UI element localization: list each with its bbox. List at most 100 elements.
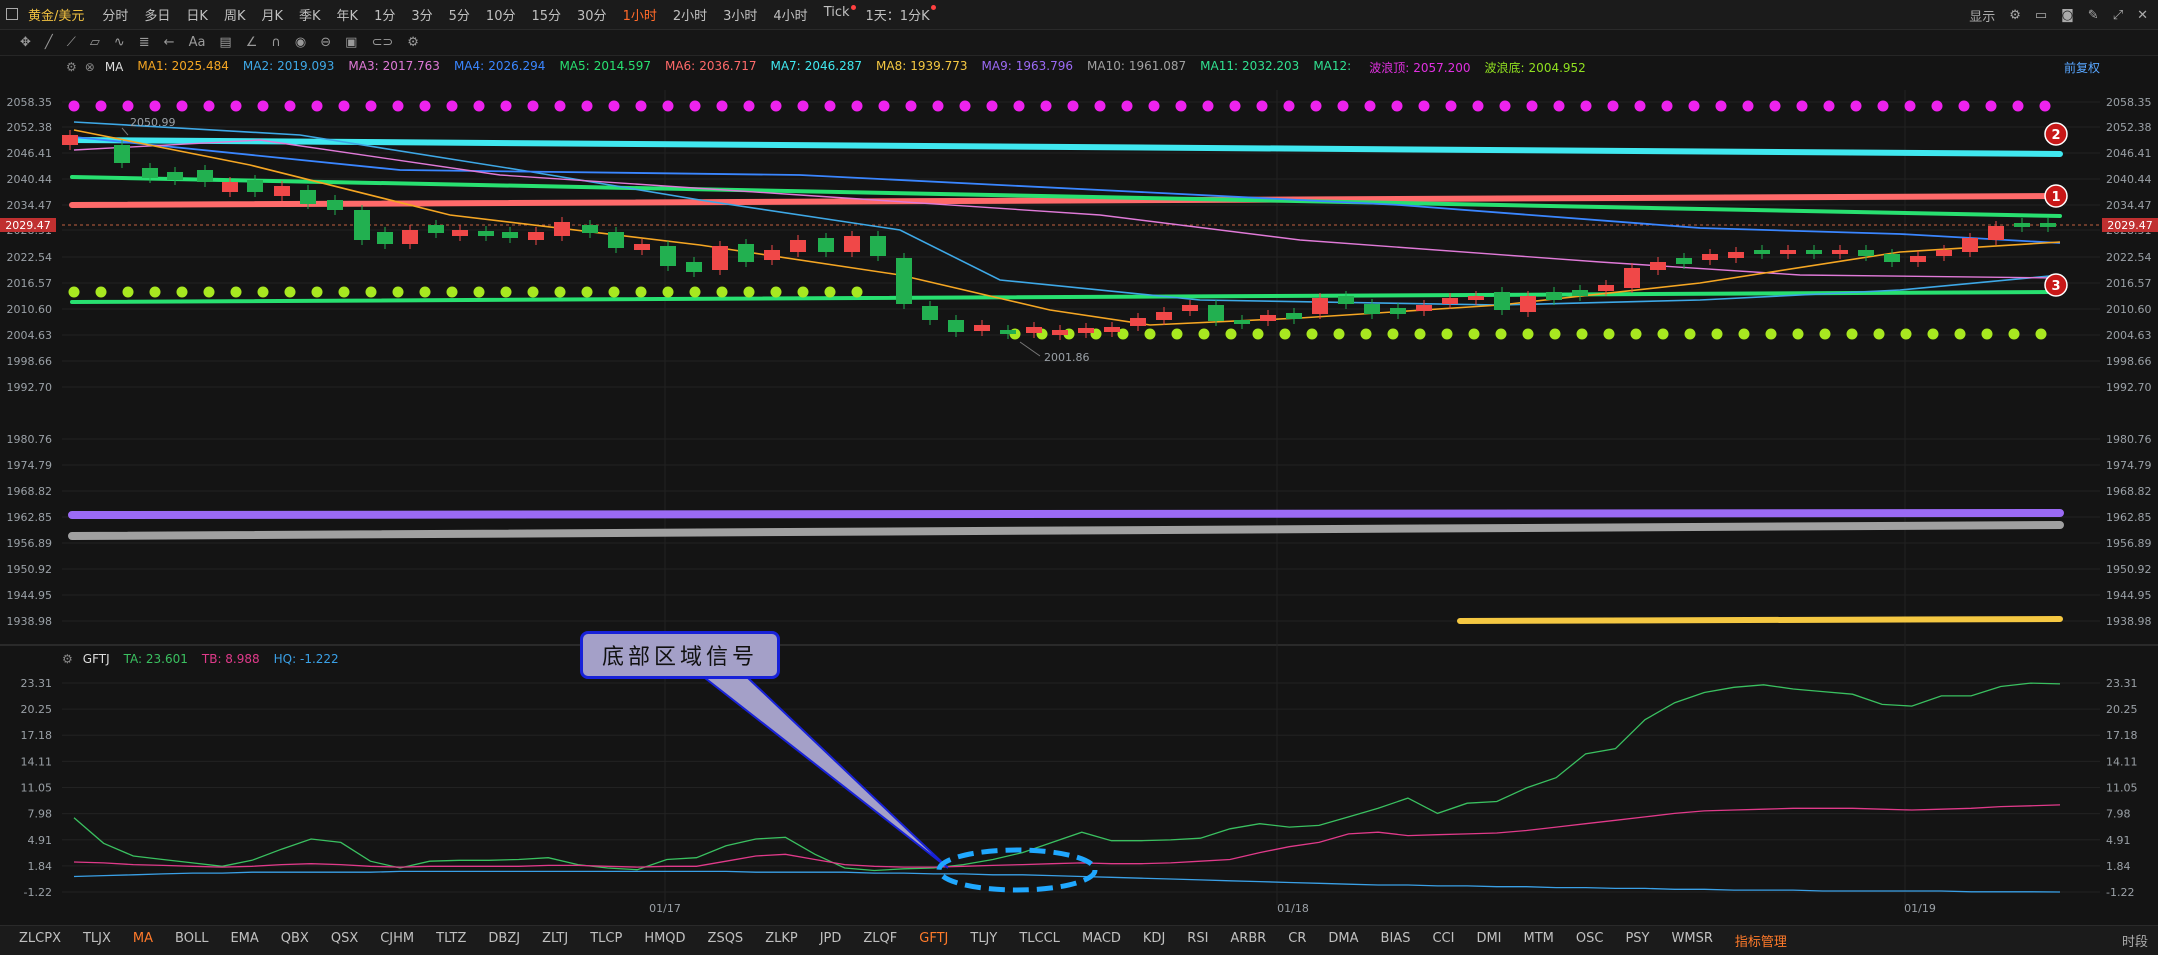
indicator-tab-17[interactable]: GFTJ — [908, 931, 959, 950]
indicator-tab-29[interactable]: MTM — [1513, 931, 1565, 950]
indicator-tab-13[interactable]: ZSQS — [697, 931, 755, 950]
price-chart[interactable]: 2058.35 2058.35 2052.38 2052.38 2046.41 2046.… — [0, 0, 2158, 955]
arrow-tool-icon[interactable]: ← — [164, 35, 175, 50]
indicator-tab-11[interactable]: TLCP — [579, 931, 633, 950]
session-button[interactable]: 时段 — [2122, 931, 2148, 950]
indicator-tab-16[interactable]: ZLQF — [852, 931, 908, 950]
indicator-tab-14[interactable]: ZLKP — [754, 931, 809, 950]
timeframe-11[interactable]: 15分 — [523, 5, 569, 24]
indicator-tab-33[interactable]: 指标管理 — [1724, 931, 1798, 950]
ma-legend-item-0[interactable]: MA1: 2025.484 — [137, 59, 229, 76]
indicator-tab-15[interactable]: JPD — [809, 931, 853, 950]
indicator-tab-31[interactable]: PSY — [1614, 931, 1660, 950]
ma-legend-item-1[interactable]: MA2: 2019.093 — [243, 59, 335, 76]
ma-close-icon[interactable]: ⊗ — [85, 60, 95, 74]
indicator-tab-8[interactable]: TLTZ — [425, 931, 477, 950]
gftj-legend-item-0[interactable]: TA: 23.601 — [124, 652, 188, 666]
indicator-tab-19[interactable]: TLCCL — [1008, 931, 1071, 950]
ma-legend-item-13[interactable]: 波浪底: 2004.952 — [1485, 59, 1586, 76]
ma-legend-item-6[interactable]: MA7: 2046.287 — [770, 59, 862, 76]
pen-icon[interactable]: ✎ — [2088, 8, 2099, 23]
timeframe-12[interactable]: 30分 — [569, 5, 615, 24]
timeframe-3[interactable]: 周K — [216, 5, 254, 24]
timeframe-2[interactable]: 日K — [178, 5, 216, 24]
indicator-tab-20[interactable]: MACD — [1071, 931, 1132, 950]
timeframe-17[interactable]: Tick — [816, 5, 858, 24]
ma-name[interactable]: MA — [105, 60, 124, 74]
timeframe-18[interactable]: 1天：1分K — [858, 5, 938, 24]
fullscreen-icon[interactable]: ⤢ — [2113, 8, 2123, 23]
ruler-tool-icon[interactable]: ▤ — [219, 35, 231, 50]
crosshair-icon[interactable]: ✥ — [20, 35, 31, 50]
magnet-icon[interactable]: ∩ — [271, 35, 281, 50]
ma-legend-item-12[interactable]: 波浪顶: 2057.200 — [1369, 59, 1470, 76]
ma-legend-item-9[interactable]: MA10: 1961.087 — [1087, 59, 1186, 76]
indicator-tab-4[interactable]: EMA — [219, 931, 269, 950]
channel-tool-icon[interactable]: ▱ — [90, 35, 100, 50]
indicator-tab-27[interactable]: CCI — [1421, 931, 1465, 950]
indicator-tab-2[interactable]: MA — [122, 931, 164, 950]
timeframe-8[interactable]: 3分 — [403, 5, 440, 24]
display-menu[interactable]: 显示 — [1969, 6, 1995, 25]
indicator-tab-18[interactable]: TLJY — [959, 931, 1008, 950]
ma-legend-item-7[interactable]: MA8: 1939.773 — [876, 59, 968, 76]
indicator-tab-30[interactable]: OSC — [1565, 931, 1615, 950]
ma-legend-item-8[interactable]: MA9: 1963.796 — [982, 59, 1074, 76]
angle-tool-icon[interactable]: ∠ — [246, 35, 258, 50]
ma-legend-item-11[interactable]: MA12: — [1313, 59, 1355, 76]
indicator-tab-21[interactable]: KDJ — [1132, 931, 1176, 950]
fib-tool-icon[interactable]: ≣ — [139, 35, 150, 50]
screenshot-icon[interactable]: ◙ — [2061, 8, 2074, 23]
timeframe-13[interactable]: 1小时 — [615, 5, 665, 24]
indicator-tab-25[interactable]: DMA — [1317, 931, 1369, 950]
indicator-tab-3[interactable]: BOLL — [164, 931, 219, 950]
indicator-tab-5[interactable]: QBX — [270, 931, 320, 950]
ma-legend-item-5[interactable]: MA6: 2036.717 — [665, 59, 757, 76]
ma-legend-item-10[interactable]: MA11: 2032.203 — [1200, 59, 1299, 76]
panel-icon[interactable] — [6, 8, 18, 20]
link-icon[interactable]: ⊂⊃ — [371, 35, 393, 50]
timeframe-15[interactable]: 3小时 — [715, 5, 765, 24]
indicator-tab-10[interactable]: ZLTJ — [531, 931, 579, 950]
indicator-tab-24[interactable]: CR — [1277, 931, 1317, 950]
indicator-tab-32[interactable]: WMSR — [1661, 931, 1724, 950]
gftj-legend-item-2[interactable]: HQ: -1.222 — [274, 652, 339, 666]
timeframe-6[interactable]: 年K — [329, 5, 367, 24]
indicator-tab-1[interactable]: TLJX — [72, 931, 122, 950]
settings-icon[interactable]: ⚙ — [407, 35, 419, 50]
close-icon[interactable]: ✕ — [2137, 8, 2148, 23]
indicator-tab-23[interactable]: ARBR — [1219, 931, 1277, 950]
line-tool-icon[interactable]: ╱ — [45, 35, 53, 50]
delete-icon[interactable]: ⊖ — [320, 35, 331, 50]
timeframe-7[interactable]: 1分 — [366, 5, 403, 24]
indicator-tab-6[interactable]: QSX — [320, 931, 369, 950]
gftj-settings-icon[interactable]: ⚙ — [62, 652, 73, 666]
adjust-button[interactable]: 前复权 — [2064, 59, 2100, 76]
timeframe-1[interactable]: 多日 — [136, 5, 178, 24]
eye-icon[interactable]: ◉ — [295, 35, 306, 50]
indicator-tab-26[interactable]: BIAS — [1370, 931, 1422, 950]
gear-icon[interactable]: ⚙ — [2009, 8, 2021, 23]
ma-settings-icon[interactable]: ⚙ — [66, 60, 77, 74]
timeframe-4[interactable]: 月K — [253, 5, 291, 24]
timeframe-5[interactable]: 季K — [291, 5, 329, 24]
text-tool-icon[interactable]: Aa — [189, 35, 206, 50]
layout-icon[interactable]: ▭ — [2035, 8, 2047, 23]
timeframe-14[interactable]: 2小时 — [665, 5, 715, 24]
lock-icon[interactable]: ▣ — [345, 35, 357, 50]
ma-legend-item-2[interactable]: MA3: 2017.763 — [348, 59, 440, 76]
indicator-tab-12[interactable]: HMQD — [633, 931, 696, 950]
ma-legend-item-3[interactable]: MA4: 2026.294 — [454, 59, 546, 76]
timeframe-0[interactable]: 分时 — [94, 5, 136, 24]
indicator-tab-22[interactable]: RSI — [1176, 931, 1219, 950]
gftj-name[interactable]: GFTJ — [83, 652, 110, 666]
timeframe-16[interactable]: 4小时 — [765, 5, 815, 24]
indicator-tab-9[interactable]: DBZJ — [477, 931, 531, 950]
timeframe-10[interactable]: 10分 — [478, 5, 524, 24]
indicator-tab-7[interactable]: CJHM — [369, 931, 425, 950]
indicator-tab-28[interactable]: DMI — [1465, 931, 1512, 950]
ma-legend-item-4[interactable]: MA5: 2014.597 — [559, 59, 651, 76]
indicator-tab-0[interactable]: ZLCPX — [8, 931, 72, 950]
path-tool-icon[interactable]: ⟋ — [67, 35, 76, 50]
wave-tool-icon[interactable]: ∿ — [114, 35, 125, 50]
